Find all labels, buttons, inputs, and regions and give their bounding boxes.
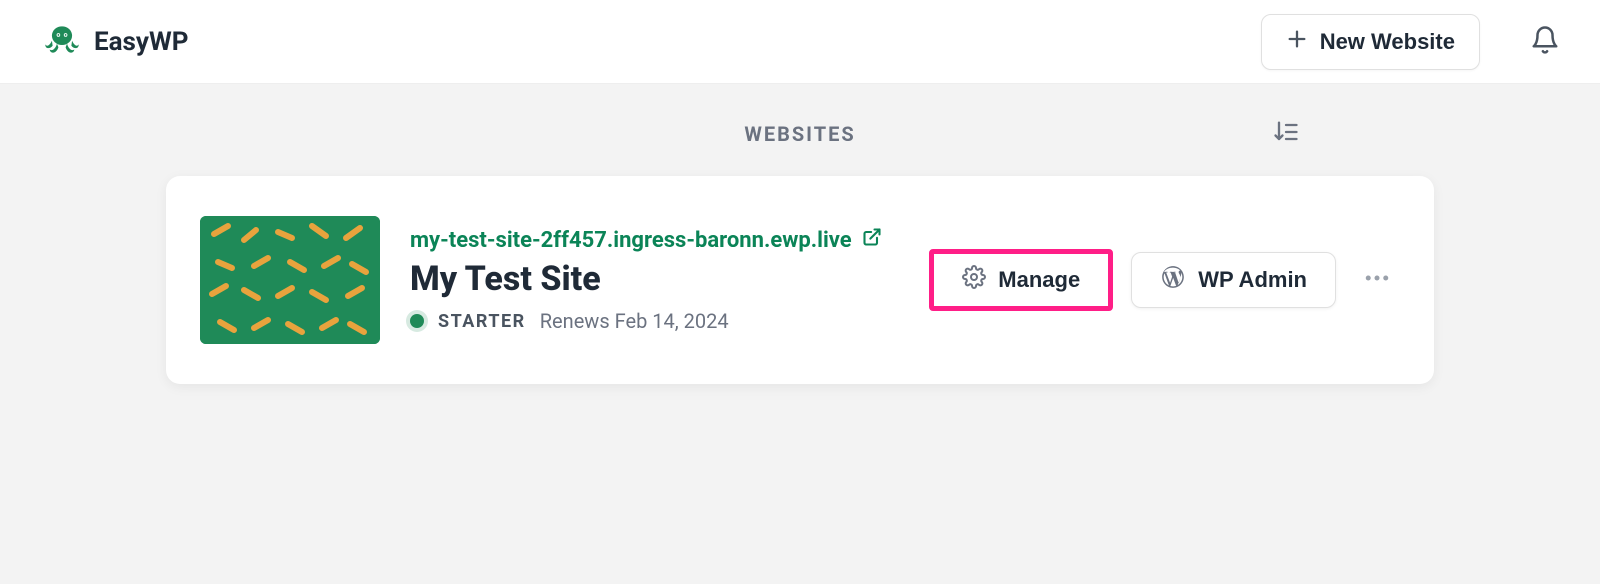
card-actions: Manage WP Admin <box>929 249 1400 311</box>
new-website-button[interactable]: New Website <box>1261 14 1480 70</box>
site-url-link[interactable]: my-test-site-2ff457.ingress-baronn.ewp.l… <box>410 228 852 253</box>
topbar-right: New Website <box>1261 14 1560 70</box>
bell-icon[interactable] <box>1530 25 1560 59</box>
brand[interactable]: EasyWP <box>44 22 189 62</box>
card-body: my-test-site-2ff457.ingress-baronn.ewp.l… <box>410 227 899 333</box>
wp-admin-button[interactable]: WP Admin <box>1131 252 1336 308</box>
section-header: WEBSITES <box>0 122 1600 146</box>
status-dot-icon <box>410 314 424 328</box>
manage-label: Manage <box>998 267 1080 293</box>
website-card: my-test-site-2ff457.ingress-baronn.ewp.l… <box>166 176 1434 384</box>
plan-badge: STARTER <box>438 311 526 332</box>
renew-text: Renews Feb 14, 2024 <box>540 309 729 333</box>
plus-icon <box>1286 28 1308 56</box>
more-icon[interactable] <box>1354 255 1400 305</box>
wp-admin-label: WP Admin <box>1198 267 1307 293</box>
site-url[interactable]: my-test-site-2ff457.ingress-baronn.ewp.l… <box>410 227 899 253</box>
new-website-label: New Website <box>1320 29 1455 55</box>
site-name: My Test Site <box>410 259 899 299</box>
manage-button[interactable]: Manage <box>929 249 1113 311</box>
site-meta: STARTER Renews Feb 14, 2024 <box>410 309 899 333</box>
topbar: EasyWP New Website <box>0 0 1600 84</box>
brand-name: EasyWP <box>94 27 189 57</box>
gear-icon <box>962 265 986 295</box>
site-thumbnail <box>200 216 380 344</box>
external-link-icon <box>862 227 882 253</box>
wordpress-icon <box>1160 264 1186 296</box>
octopus-logo-icon <box>44 22 80 62</box>
section-title: WEBSITES <box>744 122 855 146</box>
sort-icon[interactable] <box>1272 118 1300 150</box>
